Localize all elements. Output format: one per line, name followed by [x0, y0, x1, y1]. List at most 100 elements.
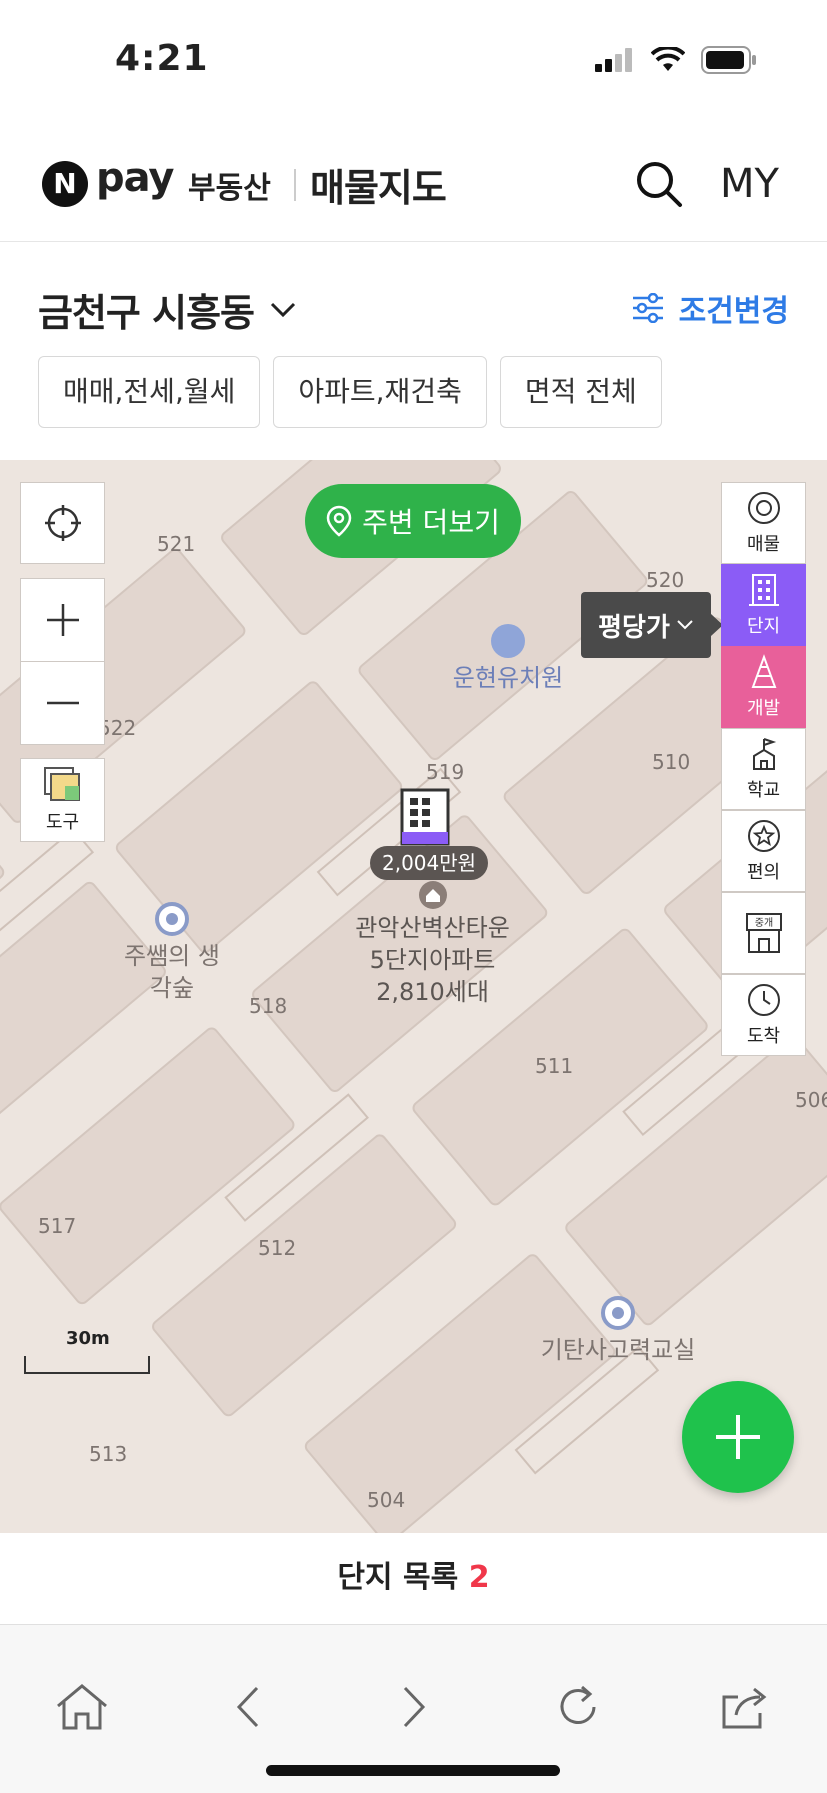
refresh-icon	[560, 1685, 596, 1724]
side-menu-listing[interactable]: 매물	[721, 482, 806, 564]
chip-trade-type[interactable]: 매매,전세,월세	[38, 356, 261, 428]
complex-list-count: 2	[468, 1560, 490, 1595]
development-icon	[751, 654, 776, 688]
page-title: 매물지도	[310, 166, 447, 210]
complex-name-line1: 관악산벽산타운	[355, 914, 510, 942]
tool-label: 도구	[45, 812, 80, 833]
zoom-in-button[interactable]	[20, 578, 105, 662]
my-location-button[interactable]	[20, 482, 105, 564]
kindergarten-icon	[491, 624, 525, 658]
search-icon	[637, 162, 682, 207]
pay-logo-text[interactable]: pay	[96, 155, 174, 201]
browser-toolbar	[0, 1625, 827, 1793]
complex-households: 2,810세대	[376, 978, 489, 1006]
school-icon	[752, 738, 776, 770]
lot-number: 519	[426, 760, 465, 784]
clock-icon	[747, 984, 780, 1016]
convenience-icon	[747, 820, 780, 852]
lot-number: 511	[535, 1054, 574, 1078]
minus-icon	[46, 701, 79, 705]
home-icon	[57, 1684, 107, 1730]
status-bar: 4:21	[0, 0, 827, 125]
condition-change-button[interactable]: 조건변경	[631, 286, 789, 330]
svg-text:중개: 중개	[754, 917, 772, 929]
side-menu-school[interactable]: 학교	[721, 728, 806, 810]
nearby-more-label: 주변 더보기	[362, 506, 500, 539]
nearby-more-button[interactable]: 주변 더보기	[305, 484, 521, 558]
complex-label[interactable]: 관악산벽산타운 5단지아파트 2,810세대	[330, 912, 535, 1008]
map-scale-bar: 30m	[24, 1328, 150, 1374]
map-scale-label: 30m	[66, 1328, 110, 1349]
service-name[interactable]: 부동산	[188, 163, 271, 207]
lot-number: 510	[652, 750, 691, 774]
lot-number: 518	[249, 994, 288, 1018]
poi-kindergarten[interactable]: 운현유치원	[448, 624, 568, 694]
share-button[interactable]	[712, 1675, 776, 1739]
refresh-button[interactable]	[546, 1675, 610, 1739]
region-label: 금천구 시흥동	[38, 291, 255, 335]
layers-icon	[43, 767, 80, 801]
battery-icon	[701, 46, 756, 74]
filter-sliders-icon	[632, 293, 663, 323]
filter-section: 금천구 시흥동 조건변경 매매,전세,월세 아파트,재건축 면적 전체	[0, 242, 827, 460]
complex-price-badge[interactable]: 2,004만원	[370, 846, 489, 880]
chevron-down-icon	[270, 302, 296, 317]
side-menu-arrival[interactable]: 도착	[721, 974, 806, 1056]
listing-icon	[747, 492, 780, 524]
chip-property-type[interactable]: 아파트,재건축	[273, 356, 487, 428]
place-marker-icon	[601, 1296, 635, 1330]
home-indicator	[266, 1765, 560, 1776]
forward-button[interactable]	[382, 1675, 446, 1739]
my-button[interactable]: MY	[720, 161, 779, 207]
location-pin-icon	[326, 505, 352, 537]
complex-list-bar[interactable]: 단지 목록 2	[0, 1533, 827, 1625]
back-button[interactable]	[216, 1675, 280, 1739]
lot-number: 513	[89, 1442, 128, 1466]
side-menu-development[interactable]: 개발	[721, 646, 806, 728]
poi-academy-2[interactable]: 기탄사고력교실	[532, 1296, 704, 1366]
complex-list-label: 단지 목록	[337, 1560, 459, 1595]
side-menu-convenience[interactable]: 편의	[721, 810, 806, 892]
lot-number: 520	[646, 568, 685, 592]
status-icons	[595, 46, 757, 74]
crosshair-icon	[44, 505, 81, 541]
lot-number: 504	[367, 1488, 406, 1512]
apartment-marker-icon[interactable]	[398, 786, 452, 848]
side-menu-broker[interactable]: 중개	[721, 892, 806, 974]
plus-icon	[46, 604, 79, 636]
lot-number: 512	[258, 1236, 297, 1260]
lot-number: 517	[38, 1214, 77, 1238]
home-pin-icon	[419, 881, 447, 909]
wifi-icon	[651, 47, 685, 71]
chevron-down-icon	[677, 620, 693, 630]
complex-name-line2: 5단지아파트	[369, 946, 496, 974]
pyeong-label: 평당가	[598, 612, 670, 643]
lot-number: 506	[795, 1088, 827, 1112]
home-button[interactable]	[50, 1675, 114, 1739]
filter-chips: 매매,전세,월세 아파트,재건축 면적 전체	[38, 356, 662, 428]
condition-change-label: 조건변경	[678, 294, 789, 329]
building-icon	[748, 574, 779, 606]
side-menu-complex[interactable]: 단지	[721, 564, 806, 646]
poi-academy-1[interactable]: 주쌤의 생각숲	[120, 902, 224, 1004]
status-time: 4:21	[115, 38, 209, 79]
add-fab-button[interactable]	[682, 1381, 794, 1493]
tool-button[interactable]: 도구	[20, 758, 105, 842]
app-header: N pay 부동산 매물지도 MY	[0, 125, 827, 242]
chevron-right-icon	[403, 1686, 426, 1728]
header-divider	[294, 169, 296, 201]
search-button[interactable]	[634, 159, 684, 209]
plus-icon	[716, 1415, 760, 1459]
broker-icon: 중개	[745, 913, 782, 953]
signal-icon	[595, 48, 632, 72]
zoom-out-button[interactable]	[20, 661, 105, 745]
chevron-left-icon	[236, 1686, 259, 1728]
price-per-pyeong-selector[interactable]: 평당가	[581, 592, 723, 658]
region-selector[interactable]: 금천구 시흥동	[38, 282, 296, 337]
share-icon	[722, 1687, 767, 1729]
chip-area[interactable]: 면적 전체	[499, 356, 662, 428]
naver-logo[interactable]: N	[42, 161, 88, 207]
place-marker-icon	[155, 902, 189, 936]
lot-number: 521	[157, 532, 196, 556]
map-view[interactable]: 521 520 522 519 510 518 511 506 517 512 …	[0, 460, 827, 1533]
